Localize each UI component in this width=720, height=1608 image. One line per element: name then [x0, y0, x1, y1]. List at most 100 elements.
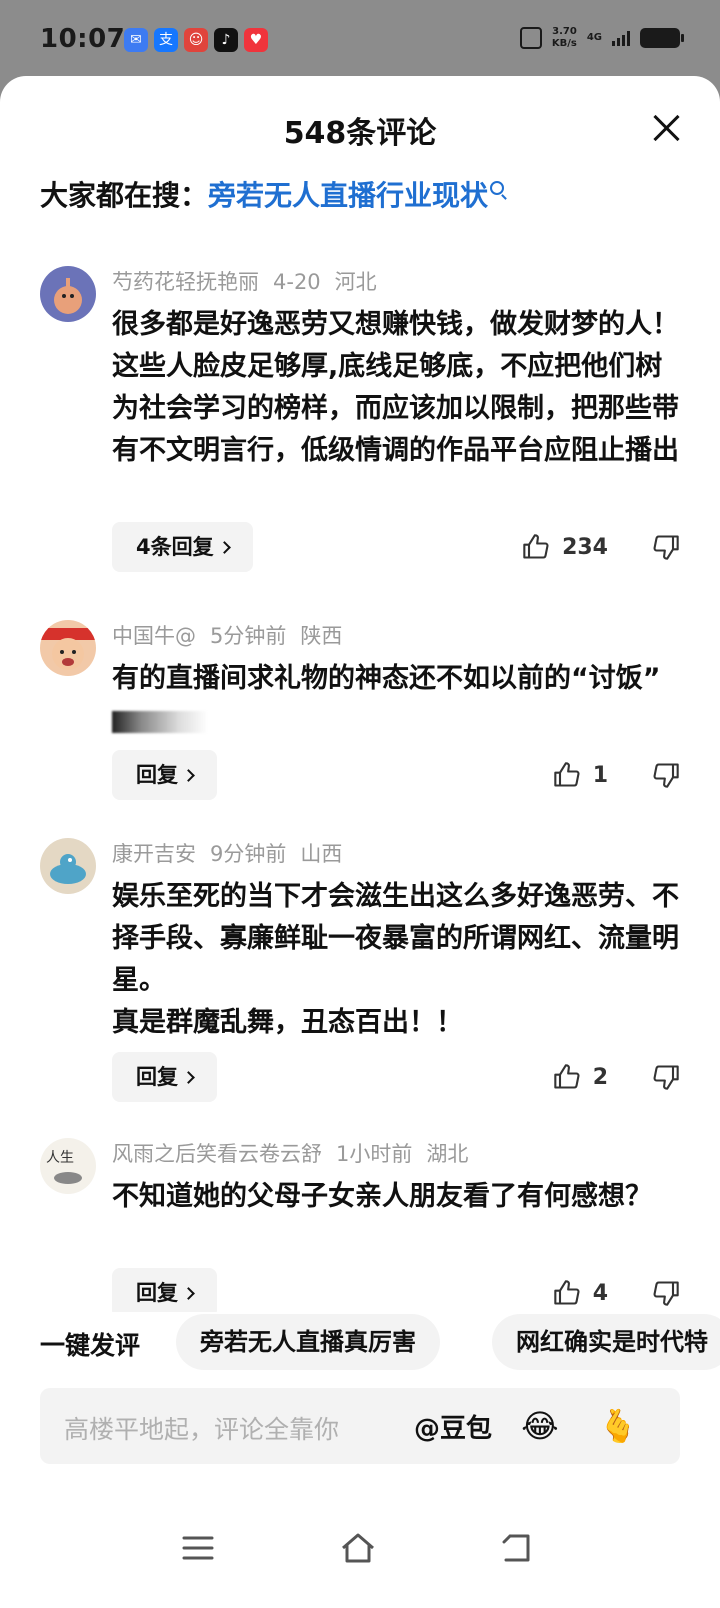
thumbs-up-icon [553, 1064, 580, 1089]
comment-text: 不知道她的父母子女亲人朋友看了有何感想？ [112, 1181, 652, 1212]
comment-location: 河北 [334, 270, 377, 294]
network-speed-value: 3.70 [552, 26, 577, 37]
avatar-image [54, 278, 82, 314]
comment-text: 很多都是好逸恶劳又想赚快钱，做发财梦的人！这些人脸皮足够厚,底线足够底，不应把他… [112, 309, 679, 466]
chevron-right-icon [182, 769, 195, 782]
like-count: 234 [562, 534, 608, 560]
avatar[interactable] [40, 266, 96, 322]
chevron-right-icon [182, 1071, 195, 1084]
app-notification-icon: ☺ [184, 28, 208, 52]
home-icon[interactable] [340, 1530, 376, 1566]
back-icon[interactable] [500, 1530, 536, 1566]
avatar-image: 人生 [46, 1150, 82, 1184]
reply-label: 回复 [136, 1065, 178, 1089]
comment-location: 湖北 [426, 1142, 469, 1166]
avatar[interactable] [40, 838, 96, 894]
comment-user[interactable]: 芍药花轻抚艳丽 [112, 270, 259, 294]
page-title: 548条评论 [283, 116, 437, 151]
thumbs-down-icon[interactable] [652, 533, 680, 561]
thumbs-up-icon [553, 1280, 580, 1305]
comment-location: 陕西 [300, 624, 343, 648]
comment-user[interactable]: 风雨之后笑看云卷云舒 [112, 1142, 322, 1166]
comment-actions: 2 [553, 1052, 680, 1102]
comment-text-wrap: 有的直播间求礼物的神态还不如以前的“讨饭” [112, 658, 682, 742]
comment-meta: 芍药花轻抚艳丽 4-20 河北 [112, 266, 391, 296]
tiktok-icon: ♪ [214, 28, 238, 52]
reply-label: 回复 [136, 1281, 178, 1305]
reply-button[interactable]: 回复 [112, 1268, 217, 1312]
like-count: 2 [592, 1064, 608, 1090]
vibrate-icon [519, 27, 542, 49]
comment-sheet: 548条评论 大家都在搜：旁若无人直播行业现状 芍药花轻抚艳丽 4-20 河北 很多… [0, 76, 720, 1608]
chevron-right-icon [182, 1287, 195, 1300]
comment-actions: 1 [553, 750, 680, 800]
signal-icon [612, 30, 630, 46]
avatar[interactable] [40, 620, 96, 676]
finger-heart-icon[interactable]: 🫰 [598, 1406, 638, 1446]
comment-time: 5分钟前 [210, 624, 287, 648]
blurred-text [112, 710, 208, 733]
quick-comment-label: 一键发评 [40, 1331, 141, 1360]
status-app-icons: ✉ 支 ☺ ♪ ♥ [124, 28, 268, 52]
laughing-face-icon[interactable]: 😂 [520, 1406, 560, 1446]
thumbs-up-icon [553, 762, 580, 787]
app-notification-icon: ♥ [244, 28, 268, 52]
comment-list[interactable]: 芍药花轻抚艳丽 4-20 河北 很多都是好逸恶劳又想赚快钱，做发财梦的人！这些人脸皮… [0, 266, 720, 1312]
search-icon [490, 181, 505, 195]
quick-comment-chip[interactable]: 网红确实是时代特 [492, 1314, 720, 1370]
comment-text: 有的直播间求礼物的神态还不如以前的“讨饭” [112, 663, 661, 694]
comment-actions: 4 [553, 1268, 680, 1312]
network-speed-unit: KB/s [551, 38, 577, 49]
reply-label: 回复 [136, 763, 178, 787]
comment-text-line2: 真是群魔乱舞，丑态百出！！ [112, 1007, 463, 1038]
thumbs-down-icon[interactable] [652, 1279, 680, 1307]
like-button[interactable]: 234 [522, 533, 608, 561]
chevron-right-icon [217, 541, 231, 554]
trending-search[interactable]: 大家都在搜：旁若无人直播行业现状 [40, 174, 505, 214]
quick-comment-bar: 一键发评 旁若无人直播真厉害 网红确实是时代特 [0, 1314, 720, 1372]
comment-time: 4-20 [273, 270, 321, 294]
status-right: 3.70 KB/s 4G [519, 26, 684, 50]
avatar-image [50, 854, 86, 884]
comment-meta: 康开吉安 9分钟前 山西 [112, 838, 356, 868]
comment-meta: 风雨之后笑看云卷云舒 1小时前 湖北 [112, 1138, 482, 1168]
comment-text: 娱乐至死的当下才会滋生出这么多好逸恶劳、不择手段、寡廉鲜耻一夜暴富的所谓网红、流… [112, 881, 679, 996]
comment-user[interactable]: 康开吉安 [112, 842, 196, 866]
svg-text:人生: 人生 [46, 1150, 74, 1166]
network-type: 4G [586, 32, 602, 43]
comment-time: 9分钟前 [210, 842, 287, 866]
status-time: 10:07 [40, 24, 126, 54]
thumbs-down-icon[interactable] [652, 1063, 680, 1091]
reply-button[interactable]: 回复 [112, 750, 217, 800]
comment-text-wrap: 娱乐至死的当下才会滋生出这么多好逸恶劳、不择手段、寡廉鲜耻一夜暴富的所谓网红、流… [112, 876, 682, 1044]
comment-input-placeholder: 高楼平地起，评论全靠你 [64, 1415, 340, 1444]
close-icon[interactable] [652, 114, 680, 142]
trending-search-prefix: 大家都在搜： [40, 179, 209, 212]
alipay-icon: 支 [154, 28, 178, 52]
reply-button[interactable]: 回复 [112, 1052, 217, 1102]
comment-location: 山西 [300, 842, 343, 866]
view-replies-label: 4条回复 [136, 535, 214, 559]
comment-actions: 234 [522, 522, 680, 572]
thumbs-up-icon [523, 534, 549, 559]
like-button[interactable]: 4 [553, 1279, 608, 1307]
app-notification-icon: ✉ [124, 28, 148, 52]
avatar[interactable]: 人生 [40, 1138, 96, 1194]
thumbs-down-icon[interactable] [652, 761, 680, 789]
quick-comment-chip[interactable]: 旁若无人直播真厉害 [176, 1314, 440, 1370]
trending-search-query[interactable]: 旁若无人直播行业现状 [208, 179, 488, 212]
comment-input[interactable]: 高楼平地起，评论全靠你 @豆包 😂 🫰 [40, 1388, 680, 1464]
mention-button[interactable]: @豆包 [414, 1408, 492, 1445]
like-count: 4 [592, 1280, 608, 1306]
like-button[interactable]: 2 [553, 1063, 608, 1091]
like-button[interactable]: 1 [553, 761, 608, 789]
comment-time: 1小时前 [336, 1142, 413, 1166]
avatar-image [40, 628, 96, 670]
like-count: 1 [592, 762, 608, 788]
menu-icon[interactable] [180, 1530, 216, 1566]
view-replies-button[interactable]: 4条回复 [112, 522, 253, 572]
comment-user[interactable]: 中国牛@ [112, 624, 196, 648]
comment-meta: 中国牛@ 5分钟前 陕西 [112, 620, 356, 650]
battery-icon [640, 28, 684, 48]
system-nav-bar [0, 1486, 720, 1608]
